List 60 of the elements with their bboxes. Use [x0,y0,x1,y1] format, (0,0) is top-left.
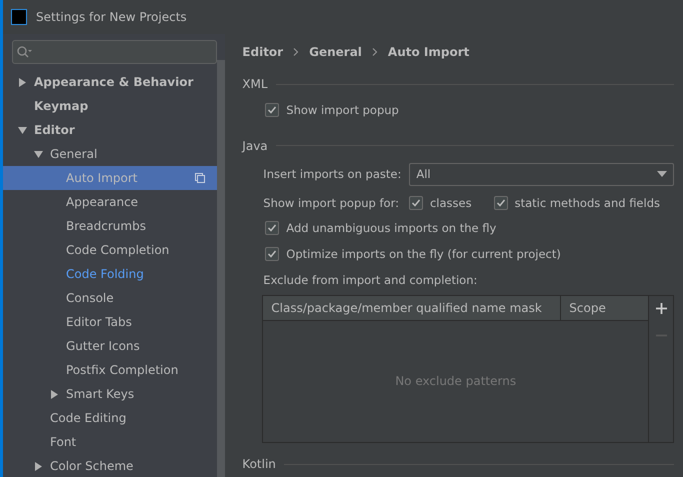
chevron-icon [293,48,300,56]
tree-item[interactable]: General [3,142,218,166]
checkbox-label: Show import popup [286,102,399,117]
tree-item[interactable]: Keymap [3,94,218,118]
checkbox[interactable] [494,196,508,210]
collapsed-arrow-icon[interactable] [34,462,43,470]
field-label: Show import popup for: [263,196,399,210]
table-caption: Exclude from import and completion: [263,272,478,287]
checkbox[interactable] [408,196,423,210]
add-button[interactable] [654,302,668,316]
copy-icon [195,173,206,183]
search-icon [17,46,33,58]
breadcrumb[interactable]: Editor [242,44,284,59]
app-logo-icon [11,9,27,25]
expanded-arrow-icon[interactable] [34,150,43,158]
empty-message: No exclude patterns [395,374,516,388]
tree-item[interactable]: Font [3,430,218,454]
column-header[interactable]: Scope [560,296,648,320]
tree-item[interactable]: Color Scheme [3,454,218,477]
tree-item[interactable]: Smart Keys [3,382,218,406]
caret-icon [657,171,667,178]
tree-item[interactable]: Editor Tabs [3,310,218,334]
checkbox-label: classes [430,196,472,210]
check-icon [267,249,278,260]
checkbox-label: Add unambiguous imports on the fly [286,221,496,236]
column-header[interactable]: Class/package/member qualified name mask [263,296,560,320]
check-icon [267,223,278,234]
checkbox[interactable] [265,247,280,262]
tree-item[interactable]: Code Folding [3,262,218,286]
breadcrumb[interactable]: General [309,44,362,59]
tree-item[interactable]: Code Completion [3,238,218,262]
expanded-arrow-icon[interactable] [18,126,27,134]
check-icon [267,104,278,115]
checkbox[interactable] [265,102,280,117]
tree-item[interactable]: Breadcrumbs [3,214,218,238]
tree-item[interactable]: Code Editing [3,406,218,430]
tree-item[interactable]: Postfix Completion [3,358,218,382]
dropdown[interactable]: All [409,162,674,186]
check-icon [496,198,506,208]
section-title: Kotlin [242,457,276,472]
checkbox-label: static methods and fields [514,196,660,210]
check-icon [410,198,421,208]
collapsed-arrow-icon[interactable] [50,390,59,398]
section-title: Java [242,138,268,153]
breadcrumb[interactable]: Auto Import [388,44,470,59]
tree-item[interactable]: Appearance & Behavior [3,70,218,94]
scrollbar[interactable] [217,60,226,477]
field-label: Insert imports on paste: [263,167,402,182]
section-title: XML [242,77,268,92]
tree-item[interactable]: Appearance [3,190,218,214]
tree-item[interactable]: Editor [3,118,218,142]
chevron-icon [372,48,378,56]
window-title: Settings for New Projects [36,10,187,24]
collapsed-arrow-icon[interactable] [18,78,27,86]
search-field[interactable] [12,40,218,64]
plus-icon [656,303,666,314]
checkbox[interactable] [265,221,280,236]
tree-item[interactable]: Gutter Icons [3,334,218,358]
checkbox-label: Optimize imports on the fly (for current project) [286,247,561,262]
tree-item[interactable]: Console [3,286,218,310]
